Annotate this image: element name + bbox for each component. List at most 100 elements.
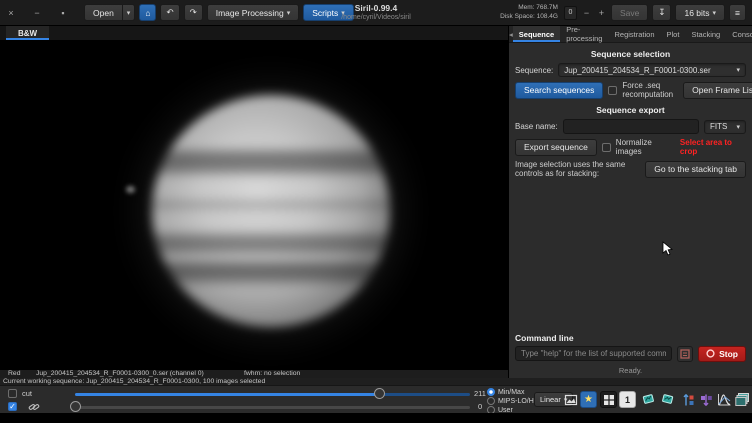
low-value: 0 [478,402,483,411]
command-input[interactable] [515,346,673,361]
mode-mips-label: MIPS-LO/HI [498,397,536,405]
siril-window: × − ▪ Open ▾ ⌂ ↶ ↷ Image Processing ▾ Sc… [0,0,752,423]
working-sequence-text: Current working sequence: Jup_200415_204… [3,377,266,385]
save-as-button[interactable]: ↧ [652,4,672,21]
high-slider-track-filled[interactable] [75,393,379,396]
photo-frame-icon [564,394,577,405]
histogram-button[interactable] [716,391,733,408]
scale-mode-value: Linear [540,395,561,404]
single-channel-button[interactable]: 1 [619,391,636,408]
stack-layers-button[interactable] [734,391,751,408]
mode-minmax-radio[interactable]: Min/Max [487,388,524,396]
resources-info: Mem: 768.7M Disk Space: 108.4G [500,4,558,22]
go-to-stacking-button[interactable]: Go to the stacking tab [645,160,746,178]
tab-registration[interactable]: Registration [608,26,660,42]
moon-spot [126,186,135,193]
maximize-icon[interactable]: ▪ [58,8,68,18]
image-processing-label: Image Processing [215,7,284,18]
high-slider-track[interactable] [379,393,470,396]
save-as-icon: ↧ [658,7,666,17]
image-processing-menu-button[interactable]: Image Processing ▾ [206,4,300,21]
scripts-label: Scripts [312,7,339,18]
redo-button[interactable]: ↷ [183,4,203,21]
export-format-dropdown[interactable]: FITS ▾ [704,119,746,134]
command-log-icon [680,348,690,359]
image-canvas[interactable] [0,40,508,370]
mirror-x-button[interactable] [679,391,696,408]
link-sliders-checkbox[interactable]: ✓ [8,402,17,411]
tab-sequence[interactable]: Sequence [512,26,561,42]
status-channel: Red [8,370,21,378]
undo-icon: ↶ [166,7,174,17]
histogram-icon [718,394,731,406]
stop-label: Stop [719,348,738,359]
panel-tabbar: ◂ Sequence Pre-processing Registration P… [509,25,752,43]
base-name-input[interactable] [562,119,699,134]
cut-checkbox[interactable] [8,389,17,398]
redo-icon: ↷ [189,7,197,17]
tab-console[interactable]: Console [726,26,752,42]
rotate-left-button[interactable] [640,391,657,408]
status-fwhm: fwhm: no selection [244,370,301,378]
stop-button[interactable]: Stop [698,345,746,362]
header-right-group: Mem: 768.7M Disk Space: 108.4G 0 − + Sav… [500,4,746,22]
high-value: 211 [474,389,486,398]
high-slider-handle[interactable] [374,388,385,399]
star-icon: ★ [584,394,593,405]
close-icon[interactable]: × [6,8,16,18]
stacking-note: Image selection uses the same controls a… [515,160,626,178]
undo-button[interactable]: ↶ [160,4,180,21]
rotate-left-icon [642,394,654,404]
command-log-button[interactable] [677,345,694,362]
mouse-cursor [662,241,673,261]
command-line-heading: Command line [515,332,574,343]
base-name-label: Base name: [515,122,558,131]
normalize-images-checkbox[interactable] [601,142,611,152]
sequence-combobox[interactable]: Jup_200415_204534_R_F0001-0300.ser ▾ [558,63,746,77]
window-title: Siril-0.99.4 /home/cyril/Videos/siril [341,3,411,22]
photometry-star-button[interactable]: ★ [580,391,597,408]
photo-frame-button[interactable] [562,391,579,408]
low-slider-track[interactable] [75,406,470,409]
chevron-down-icon: ▾ [712,9,717,17]
sequence-tab-content: Sequence selection Sequence: Jup_200415_… [509,43,752,378]
channel-tab-bw[interactable]: B&W [6,26,50,40]
force-seq-checkbox[interactable] [608,85,618,95]
zoom-in-button[interactable]: + [596,8,607,18]
disk-space-label: Disk Space: 108.4G [500,12,558,20]
tab-plot[interactable]: Plot [661,26,686,42]
minimize-icon[interactable]: − [32,8,42,18]
export-format-value: FITS [710,122,728,131]
status-row-image: Red Jup_200415_204534_R_F0001-0300_0.ser… [0,370,508,378]
mirror-y-button[interactable] [697,391,714,408]
radio-icon [487,397,495,405]
tab-pre-processing[interactable]: Pre-processing [560,25,608,43]
hamburger-menu-button[interactable]: ≡ [729,4,746,21]
bit-depth-dropdown[interactable]: 16 bits ▾ [675,4,726,21]
save-button[interactable]: Save [610,4,649,21]
status-filename: Jup_200415_204534_R_F0001-0300_0.ser (ch… [36,370,204,378]
rotate-right-icon [662,394,674,404]
zoom-out-button[interactable]: − [581,8,592,18]
rotate-right-button[interactable] [659,391,676,408]
low-slider-handle[interactable] [70,401,81,412]
status-ready: Ready. [618,365,643,375]
open-dropdown-button[interactable]: ▾ [122,4,136,21]
radio-icon [487,388,495,396]
search-sequences-button[interactable]: Search sequences [515,81,604,99]
tab-stacking[interactable]: Stacking [685,26,726,42]
channel-grid-button[interactable] [600,391,617,408]
normalize-images-label: Normalize images [615,138,652,156]
stop-icon [706,349,715,358]
sequence-selection-heading: Sequence selection [590,49,671,59]
home-icon: ⌂ [145,7,151,18]
open-button[interactable]: Open [84,4,123,21]
home-button[interactable]: ⌂ [139,4,157,21]
chevron-down-icon: ▾ [736,123,740,131]
export-sequence-button[interactable]: Export sequence [515,138,597,156]
open-frame-list-button[interactable]: Open Frame List [683,81,752,99]
force-seq-label: Force .seq recomputation [622,81,674,99]
mirror-y-icon [700,394,712,406]
mode-mips-radio[interactable]: MIPS-LO/HI [487,397,536,405]
status-row-sequence: Current working sequence: Jup_200415_204… [0,377,752,385]
